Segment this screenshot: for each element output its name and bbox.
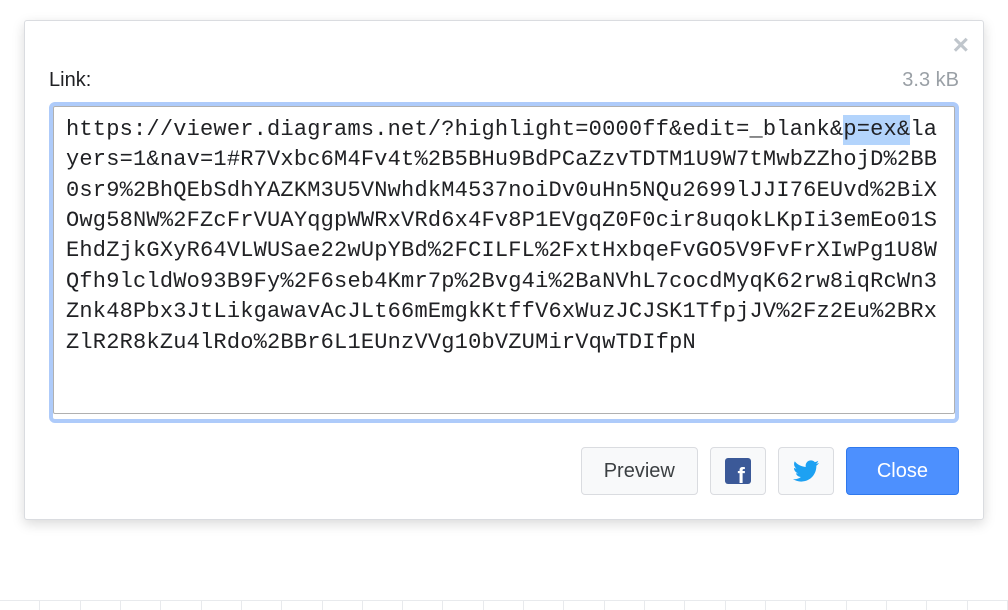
link-textarea-wrap (49, 102, 959, 423)
close-button[interactable]: Close (846, 447, 959, 495)
button-row: Preview Close (49, 447, 959, 495)
dialog-header: Link: 3.3 kB (49, 69, 959, 92)
file-size-label: 3.3 kB (902, 69, 959, 92)
link-textarea[interactable] (53, 106, 955, 414)
facebook-share-button[interactable] (710, 447, 766, 495)
ruler-ticks (0, 600, 1008, 610)
facebook-icon (725, 458, 751, 484)
preview-button[interactable]: Preview (581, 447, 698, 495)
close-icon[interactable]: × (953, 31, 969, 59)
twitter-share-button[interactable] (778, 447, 834, 495)
link-label: Link: (49, 69, 91, 92)
link-dialog: × Link: 3.3 kB Preview Close (24, 20, 984, 520)
twitter-icon (793, 458, 819, 484)
